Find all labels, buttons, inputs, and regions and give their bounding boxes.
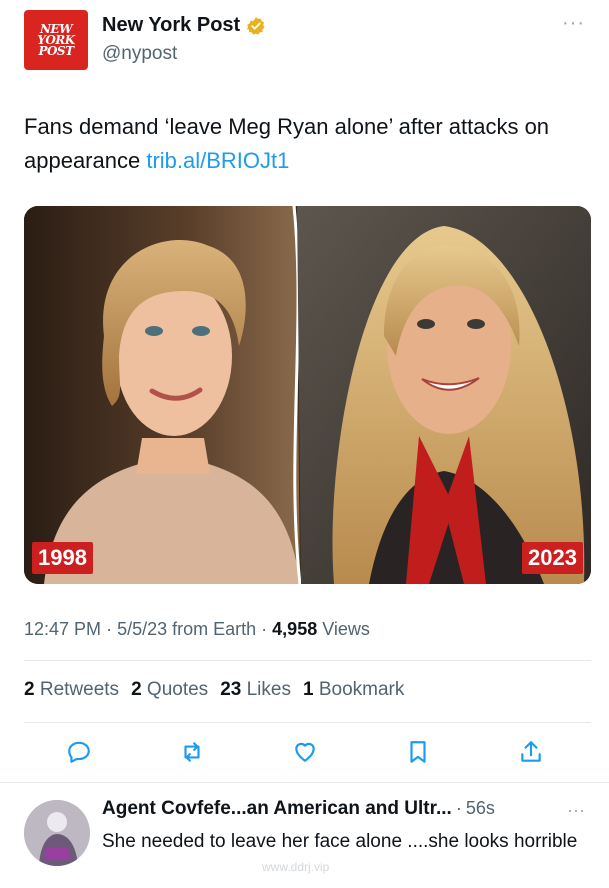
year-label-2023: 2023 bbox=[522, 542, 583, 574]
author-display-name[interactable]: New York Post bbox=[102, 14, 240, 37]
tweet-actions bbox=[62, 734, 548, 770]
verified-badge-icon bbox=[246, 16, 265, 35]
tweet-text: Fans demand ‘leave Meg Ryan alone’ after… bbox=[24, 110, 589, 178]
reply-icon[interactable] bbox=[62, 735, 96, 769]
reply-author-name[interactable]: Agent Covfefe...an American and Ultr... bbox=[102, 798, 452, 820]
reply-separator: · bbox=[455, 798, 462, 818]
reply-time[interactable]: 56s bbox=[466, 798, 495, 819]
stat-count: 2 bbox=[131, 679, 142, 700]
stat-label: Quotes bbox=[146, 679, 209, 700]
divider bbox=[24, 722, 591, 723]
reply-more-dots-icon[interactable]: ··· bbox=[567, 800, 585, 821]
reply-avatar[interactable] bbox=[24, 800, 90, 866]
tweet-link[interactable]: trib.al/BRIOJt1 bbox=[146, 148, 289, 173]
stat-count: 23 bbox=[220, 679, 242, 700]
stat-label: Likes bbox=[246, 679, 291, 700]
reply-tweet[interactable]: Agent Covfefe...an American and Ultr... … bbox=[0, 784, 609, 888]
reply-text: She needed to leave her face alone ....s… bbox=[102, 831, 578, 852]
tweet-header: NEW YORK POST New York Post @nypost ··· bbox=[24, 10, 585, 72]
tweet-stats: 2 Retweets 2 Quotes 23 Likes 1 Bookmark bbox=[24, 679, 404, 701]
stat-label: Retweets bbox=[39, 679, 120, 700]
bookmark-icon[interactable] bbox=[401, 735, 435, 769]
views-count: 4,958 bbox=[272, 619, 318, 639]
stat-likes[interactable]: 23 Likes bbox=[220, 679, 291, 701]
stat-label: Bookmark bbox=[318, 679, 405, 700]
tweet-source: from Earth bbox=[172, 619, 257, 639]
watermark: www.ddrj.vip bbox=[262, 860, 330, 874]
divider bbox=[24, 660, 591, 661]
stat-count: 2 bbox=[24, 679, 35, 700]
stat-bookmarks[interactable]: 1 Bookmark bbox=[303, 679, 404, 701]
tweet-media[interactable]: 1998 2023 bbox=[24, 206, 591, 584]
tweet-meta: 12:47 PM · 5/5/23 from Earth · 4,958 Vie… bbox=[24, 619, 370, 640]
nypost-logo-avatar[interactable]: NEW YORK POST bbox=[24, 10, 88, 70]
more-dots-icon[interactable]: ··· bbox=[562, 13, 585, 33]
tweet-date[interactable]: 5/5/23 bbox=[117, 619, 167, 639]
views-label: Views bbox=[322, 619, 370, 639]
tweet-time[interactable]: 12:47 PM bbox=[24, 619, 101, 639]
reply-name-line: Agent Covfefe...an American and Ultr... … bbox=[102, 798, 495, 820]
stat-retweets[interactable]: 2 Retweets bbox=[24, 679, 119, 701]
like-icon[interactable] bbox=[288, 735, 322, 769]
share-icon[interactable] bbox=[514, 735, 548, 769]
divider bbox=[0, 782, 609, 783]
meta-separator: · bbox=[261, 619, 273, 639]
author-handle[interactable]: @nypost bbox=[102, 43, 177, 65]
logo-line-3: POST bbox=[38, 43, 74, 58]
year-label-1998: 1998 bbox=[32, 542, 93, 574]
stat-quotes[interactable]: 2 Quotes bbox=[131, 679, 208, 701]
retweet-icon[interactable] bbox=[175, 735, 209, 769]
stat-count: 1 bbox=[302, 679, 314, 700]
meg-ryan-comparison-photo bbox=[24, 206, 591, 584]
author-name-line: New York Post bbox=[102, 14, 266, 37]
meta-separator: · bbox=[106, 619, 118, 639]
